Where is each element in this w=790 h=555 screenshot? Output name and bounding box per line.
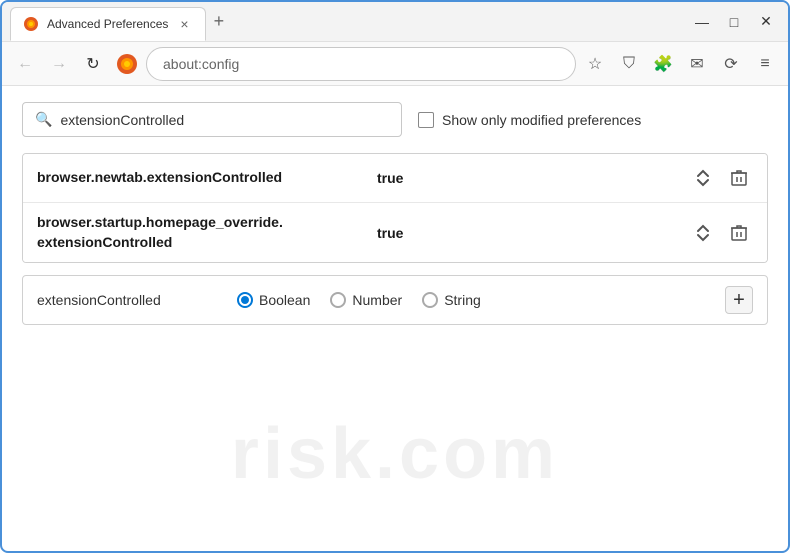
- pref-name-2: browser.startup.homepage_override. exten…: [37, 213, 377, 252]
- shield-icon[interactable]: ⛉: [614, 49, 644, 79]
- new-tab-btn[interactable]: +: [206, 7, 233, 36]
- forward-btn[interactable]: →: [44, 49, 74, 79]
- menu-icon[interactable]: ≡: [750, 49, 780, 79]
- toggle-btn-2[interactable]: [689, 219, 717, 247]
- radio-number[interactable]: Number: [330, 292, 402, 308]
- tab-close-btn[interactable]: ×: [176, 14, 192, 34]
- extension-icon[interactable]: 🧩: [648, 49, 678, 79]
- delete-btn-1[interactable]: [725, 164, 753, 192]
- pref-name-1: browser.newtab.extensionControlled: [37, 168, 377, 188]
- trash-icon-2: [731, 224, 747, 242]
- radio-boolean-label: Boolean: [259, 292, 310, 308]
- add-preference-btn[interactable]: +: [725, 286, 753, 314]
- type-radio-group: Boolean Number String: [237, 292, 725, 308]
- show-modified-checkbox[interactable]: [418, 112, 434, 128]
- nav-icons: ☆ ⛉ 🧩 ✉ ⟳ ≡: [580, 49, 780, 79]
- toggle-icon-1: [694, 169, 712, 187]
- bookmark-icon[interactable]: ☆: [580, 49, 610, 79]
- show-modified-checkbox-row[interactable]: Show only modified preferences: [418, 112, 641, 128]
- title-bar: Advanced Preferences × + — □ ✕: [2, 2, 788, 42]
- trash-icon-1: [731, 169, 747, 187]
- radio-string-label: String: [444, 292, 481, 308]
- search-row: 🔍 extensionControlled Show only modified…: [22, 102, 768, 137]
- preferences-table: browser.newtab.extensionControlled true: [22, 153, 768, 263]
- radio-number-circle: [330, 292, 346, 308]
- main-content: 🔍 extensionControlled Show only modified…: [2, 86, 788, 341]
- account-icon[interactable]: ✉: [682, 49, 712, 79]
- table-row: browser.startup.homepage_override. exten…: [23, 203, 767, 262]
- search-input[interactable]: extensionControlled: [60, 112, 184, 128]
- window-controls: — □ ✕: [688, 8, 780, 36]
- tab-favicon-icon: [23, 16, 39, 32]
- watermark: risk.com: [2, 413, 788, 495]
- radio-boolean[interactable]: Boolean: [237, 292, 310, 308]
- search-icon: 🔍: [35, 111, 52, 128]
- toggle-icon-2: [694, 224, 712, 242]
- sync-icon[interactable]: ⟳: [716, 49, 746, 79]
- nav-bar: ← → ↻ about:config ☆ ⛉ 🧩 ✉ ⟳ ≡: [2, 42, 788, 86]
- add-preference-row: extensionControlled Boolean Number Strin…: [22, 275, 768, 325]
- radio-number-label: Number: [352, 292, 402, 308]
- address-bar[interactable]: about:config: [146, 47, 576, 81]
- active-tab[interactable]: Advanced Preferences ×: [10, 7, 206, 41]
- show-modified-label: Show only modified preferences: [442, 112, 641, 128]
- new-pref-name: extensionControlled: [37, 292, 237, 308]
- pref-value-1: true: [377, 170, 689, 186]
- firefox-logo-icon: [116, 53, 138, 75]
- table-row: browser.newtab.extensionControlled true: [23, 154, 767, 203]
- address-path: about:config: [163, 56, 239, 72]
- close-btn[interactable]: ✕: [752, 8, 780, 36]
- toggle-btn-1[interactable]: [689, 164, 717, 192]
- reload-btn[interactable]: ↻: [78, 49, 108, 79]
- restore-btn[interactable]: □: [720, 8, 748, 36]
- tab-title: Advanced Preferences: [47, 17, 168, 31]
- delete-btn-2[interactable]: [725, 219, 753, 247]
- radio-string[interactable]: String: [422, 292, 481, 308]
- back-btn[interactable]: ←: [10, 49, 40, 79]
- radio-string-circle: [422, 292, 438, 308]
- search-box[interactable]: 🔍 extensionControlled: [22, 102, 402, 137]
- tab-area: Advanced Preferences × +: [10, 3, 680, 41]
- pref-value-2: true: [377, 225, 689, 241]
- radio-boolean-circle: [237, 292, 253, 308]
- minimize-btn[interactable]: —: [688, 8, 716, 36]
- pref-actions-1: [689, 164, 753, 192]
- pref-actions-2: [689, 219, 753, 247]
